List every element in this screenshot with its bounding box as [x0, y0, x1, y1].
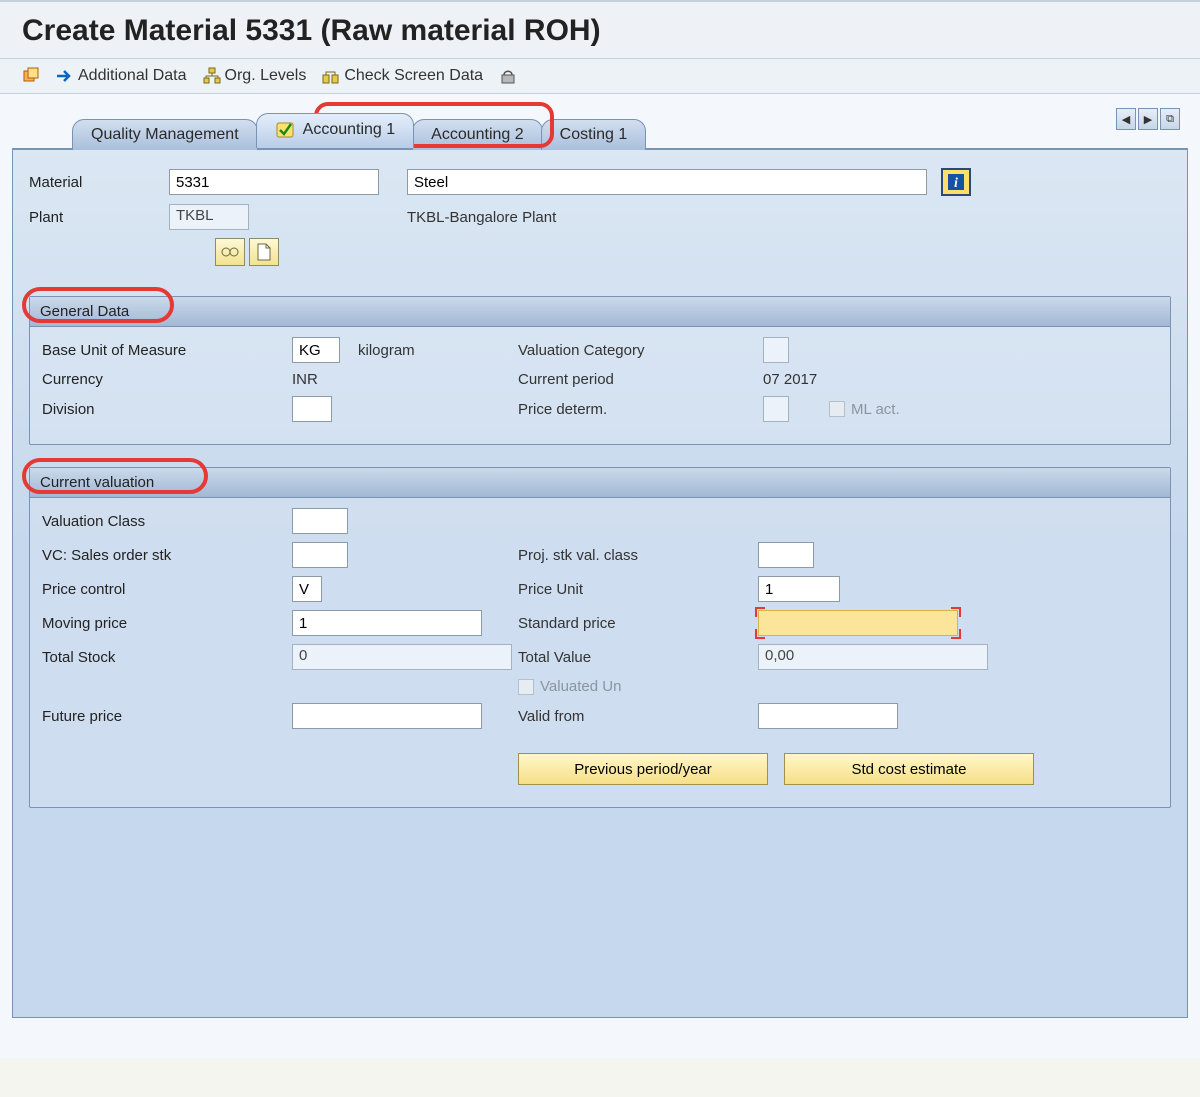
valuation-cat-label: Valuation Category: [518, 342, 763, 359]
plant-label: Plant: [29, 209, 169, 226]
tab-label: Costing 1: [560, 126, 628, 144]
current-period-label: Current period: [518, 371, 763, 388]
price-determ-field: [763, 396, 789, 422]
tab-label: Accounting 2: [431, 126, 524, 144]
valid-from-label: Valid from: [518, 708, 758, 725]
document-icon: [257, 243, 271, 261]
future-price-label: Future price: [42, 708, 292, 725]
toolbar-new-icon[interactable]: [22, 67, 40, 85]
plant-value: TKBL: [169, 204, 249, 230]
valuation-cat-field: [763, 337, 789, 363]
division-label: Division: [42, 401, 292, 418]
tab-nav-right[interactable]: ▶: [1138, 108, 1158, 130]
std-cost-estimate-button[interactable]: Std cost estimate: [784, 753, 1034, 785]
tab-accounting-1[interactable]: Accounting 1: [256, 113, 415, 148]
tab-accounting-2[interactable]: Accounting 2: [412, 119, 543, 150]
tab-costing-1[interactable]: Costing 1: [541, 119, 647, 150]
tab-label: Accounting 1: [303, 121, 396, 139]
tab-quality-management[interactable]: Quality Management: [72, 119, 258, 150]
currency-value: INR: [292, 371, 518, 388]
price-unit-input[interactable]: [758, 576, 840, 602]
toolbar: Additional Data Org. Levels Check Screen…: [0, 59, 1200, 94]
org-levels-label: Org. Levels: [225, 67, 307, 85]
base-uom-label: Base Unit of Measure: [42, 342, 292, 359]
price-control-input[interactable]: [292, 576, 322, 602]
valuated-un-checkbox: [518, 679, 534, 695]
lock-icon[interactable]: [499, 67, 517, 85]
current-period-value: 07 2017: [763, 371, 817, 388]
currency-label: Currency: [42, 371, 292, 388]
material-desc-input[interactable]: [407, 169, 927, 195]
valuation-class-input[interactable]: [292, 508, 348, 534]
new-doc-button[interactable]: [249, 238, 279, 266]
total-stock-value: 0: [292, 644, 512, 670]
org-levels-button[interactable]: Org. Levels: [203, 67, 307, 85]
svg-text:i: i: [954, 176, 958, 191]
proj-stk-input[interactable]: [758, 542, 814, 568]
total-stock-label: Total Stock: [42, 649, 292, 666]
price-control-label: Price control: [42, 581, 292, 598]
base-uom-input[interactable]: [292, 337, 340, 363]
info-button[interactable]: i: [941, 168, 971, 196]
base-uom-text: kilogram: [358, 342, 518, 359]
tab-nav-left[interactable]: ◀: [1116, 108, 1136, 130]
tab-strip: Quality Management Accounting 1 Accounti…: [72, 108, 1188, 148]
future-price-input[interactable]: [292, 703, 482, 729]
division-input[interactable]: [292, 396, 332, 422]
group-general-header: General Data: [30, 297, 1170, 327]
glasses-icon: [221, 246, 239, 258]
page-title: Create Material 5331 (Raw material ROH): [0, 2, 1200, 59]
group-general-data: General Data Base Unit of Measure kilogr…: [29, 296, 1171, 445]
plant-desc: TKBL-Bangalore Plant: [407, 209, 556, 226]
price-determ-label: Price determ.: [518, 401, 763, 418]
vc-sales-label: VC: Sales order stk: [42, 547, 292, 564]
vc-sales-input[interactable]: [292, 542, 348, 568]
standard-price-label: Standard price: [518, 615, 758, 632]
total-value-value: 0,00: [758, 644, 988, 670]
tab-nav-list[interactable]: ⧉: [1160, 108, 1180, 130]
moving-price-label: Moving price: [42, 615, 292, 632]
standard-price-input[interactable]: [758, 610, 958, 636]
valid-from-input[interactable]: [758, 703, 898, 729]
glasses-button[interactable]: [215, 238, 245, 266]
material-label: Material: [29, 174, 169, 191]
additional-data-label: Additional Data: [78, 67, 187, 85]
valuated-un-label: Valuated Un: [540, 678, 621, 695]
check-screen-button[interactable]: Check Screen Data: [322, 67, 483, 85]
valuation-class-label: Valuation Class: [42, 513, 292, 530]
group-current-valuation: Current valuation Valuation Class VC: Sa…: [29, 467, 1171, 808]
ml-act-checkbox: [829, 401, 845, 417]
total-value-label: Total Value: [518, 649, 758, 666]
proj-stk-label: Proj. stk val. class: [518, 547, 758, 564]
tab-label: Quality Management: [91, 126, 239, 144]
moving-price-input[interactable]: [292, 610, 482, 636]
previous-period-button[interactable]: Previous period/year: [518, 753, 768, 785]
check-icon: [275, 120, 297, 140]
group-valuation-header: Current valuation: [30, 468, 1170, 498]
additional-data-button[interactable]: Additional Data: [56, 67, 187, 85]
material-input[interactable]: [169, 169, 379, 195]
check-screen-label: Check Screen Data: [344, 67, 483, 85]
price-unit-label: Price Unit: [518, 581, 758, 598]
ml-act-label: ML act.: [851, 401, 900, 418]
